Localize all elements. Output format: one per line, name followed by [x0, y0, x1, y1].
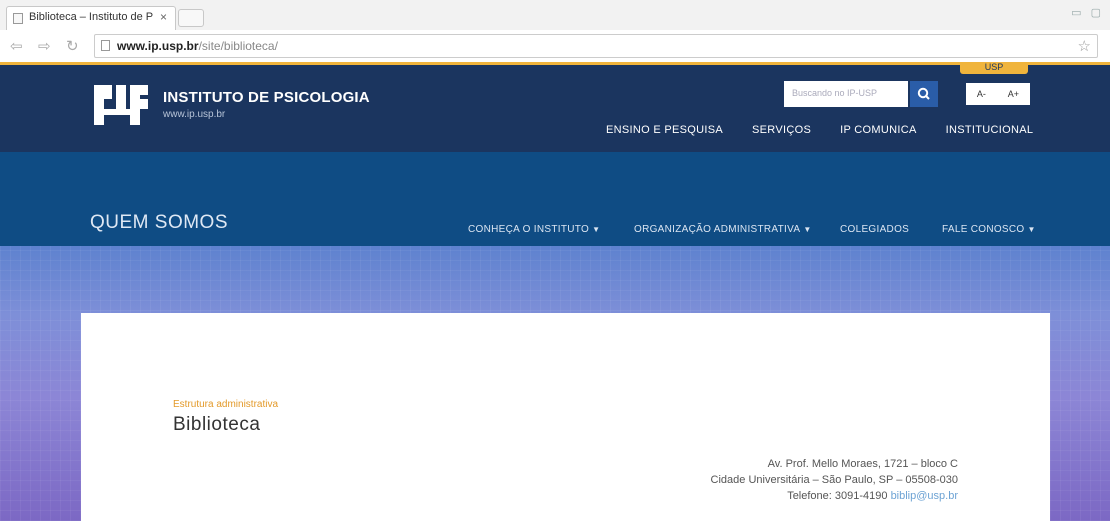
font-larger-button[interactable]: A+ [1008, 89, 1019, 99]
site-header: USP INSTITUTO DE PSICOLOGIA www.ip.usp.b… [0, 62, 1110, 152]
address-line-1: Av. Prof. Mello Moraes, 1721 – bloco C [767, 458, 958, 470]
nav-item-institucional[interactable]: INSTITUCIONAL [946, 124, 1034, 136]
search-button[interactable] [910, 81, 938, 107]
bookmark-star-icon[interactable]: ☆ [1078, 37, 1091, 55]
forward-arrow-icon[interactable]: ⇨ [38, 37, 51, 55]
back-arrow-icon[interactable]: ⇦ [10, 37, 23, 55]
section-title: QUEM SOMOS [90, 212, 229, 233]
page-title: Biblioteca [173, 414, 261, 435]
browser-tab[interactable]: Biblioteca – Instituto de P × [6, 6, 176, 30]
nav-item-servicos[interactable]: SERVIÇOS [752, 124, 811, 136]
page-icon [101, 40, 110, 51]
page-category[interactable]: Estrutura administrativa [173, 399, 278, 410]
font-smaller-button[interactable]: A- [977, 89, 986, 99]
subnav-item-conheca-o-instituto[interactable]: CONHEÇA O INSTITUTO ▼ [468, 224, 600, 235]
browser-tab-bar: Biblioteca – Instituto de P × ▭ ▢ [0, 0, 1110, 31]
reload-icon[interactable]: ↻ [66, 37, 79, 55]
caret-down-icon: ▼ [1027, 225, 1036, 234]
new-tab-button[interactable] [178, 9, 204, 27]
nav-item-ip-comunica[interactable]: IP COMUNICA [840, 124, 916, 136]
contact-address: Av. Prof. Mello Moraes, 1721 – bloco C C… [711, 456, 958, 504]
phone-line: Telefone: 3091-4190 biblip@usp.br [711, 488, 958, 504]
section-band: QUEM SOMOS CONHEÇA O INSTITUTO ▼ ORGANIZA… [0, 152, 1110, 246]
top-navigation: ENSINO E PESQUISA SERVIÇOS IP COMUNICA I… [606, 124, 1059, 136]
window-controls[interactable]: ▭ ▢ [1071, 6, 1104, 19]
search-icon [917, 87, 930, 100]
page-favicon-icon [13, 13, 23, 24]
nav-item-ensino-e-pesquisa[interactable]: ENSINO E PESQUISA [606, 124, 723, 136]
address-bar: ⇦ ⇨ ↻ www.ip.usp.br/site/biblioteca/ ☆ [0, 30, 1110, 63]
address-line-2: Cidade Universitária – São Paulo, SP – 0… [710, 474, 958, 486]
email-link[interactable]: biblip@usp.br [891, 490, 958, 502]
institute-logo-icon[interactable] [90, 79, 152, 131]
subnav-item-fale-conosco[interactable]: FALE CONOSCO ▼ [942, 224, 1036, 235]
site-url: www.ip.usp.br [163, 109, 226, 120]
subnav-item-organizacao-administrativa[interactable]: ORGANIZAÇÃO ADMINISTRATIVA ▼ [634, 224, 812, 235]
caret-down-icon: ▼ [592, 225, 601, 234]
tab-close-icon[interactable]: × [160, 10, 167, 24]
url-input[interactable]: www.ip.usp.br/site/biblioteca/ ☆ [94, 34, 1098, 58]
subnav-item-colegiados[interactable]: COLEGIADOS [840, 224, 909, 235]
content-panel: Estrutura administrativa Biblioteca Av. … [81, 313, 1050, 521]
phone-text: Telefone: 3091-4190 [787, 490, 888, 502]
url-domain: www.ip.usp.br [117, 39, 199, 53]
url-path: /site/biblioteca/ [198, 39, 278, 53]
font-size-controls: A- A+ [966, 83, 1030, 105]
usp-badge[interactable]: USP [960, 62, 1028, 74]
site-title[interactable]: INSTITUTO DE PSICOLOGIA [163, 89, 370, 106]
caret-down-icon: ▼ [803, 225, 812, 234]
search-input[interactable]: Buscando no IP-USP [784, 81, 908, 107]
tab-title: Biblioteca – Instituto de P [29, 11, 154, 23]
